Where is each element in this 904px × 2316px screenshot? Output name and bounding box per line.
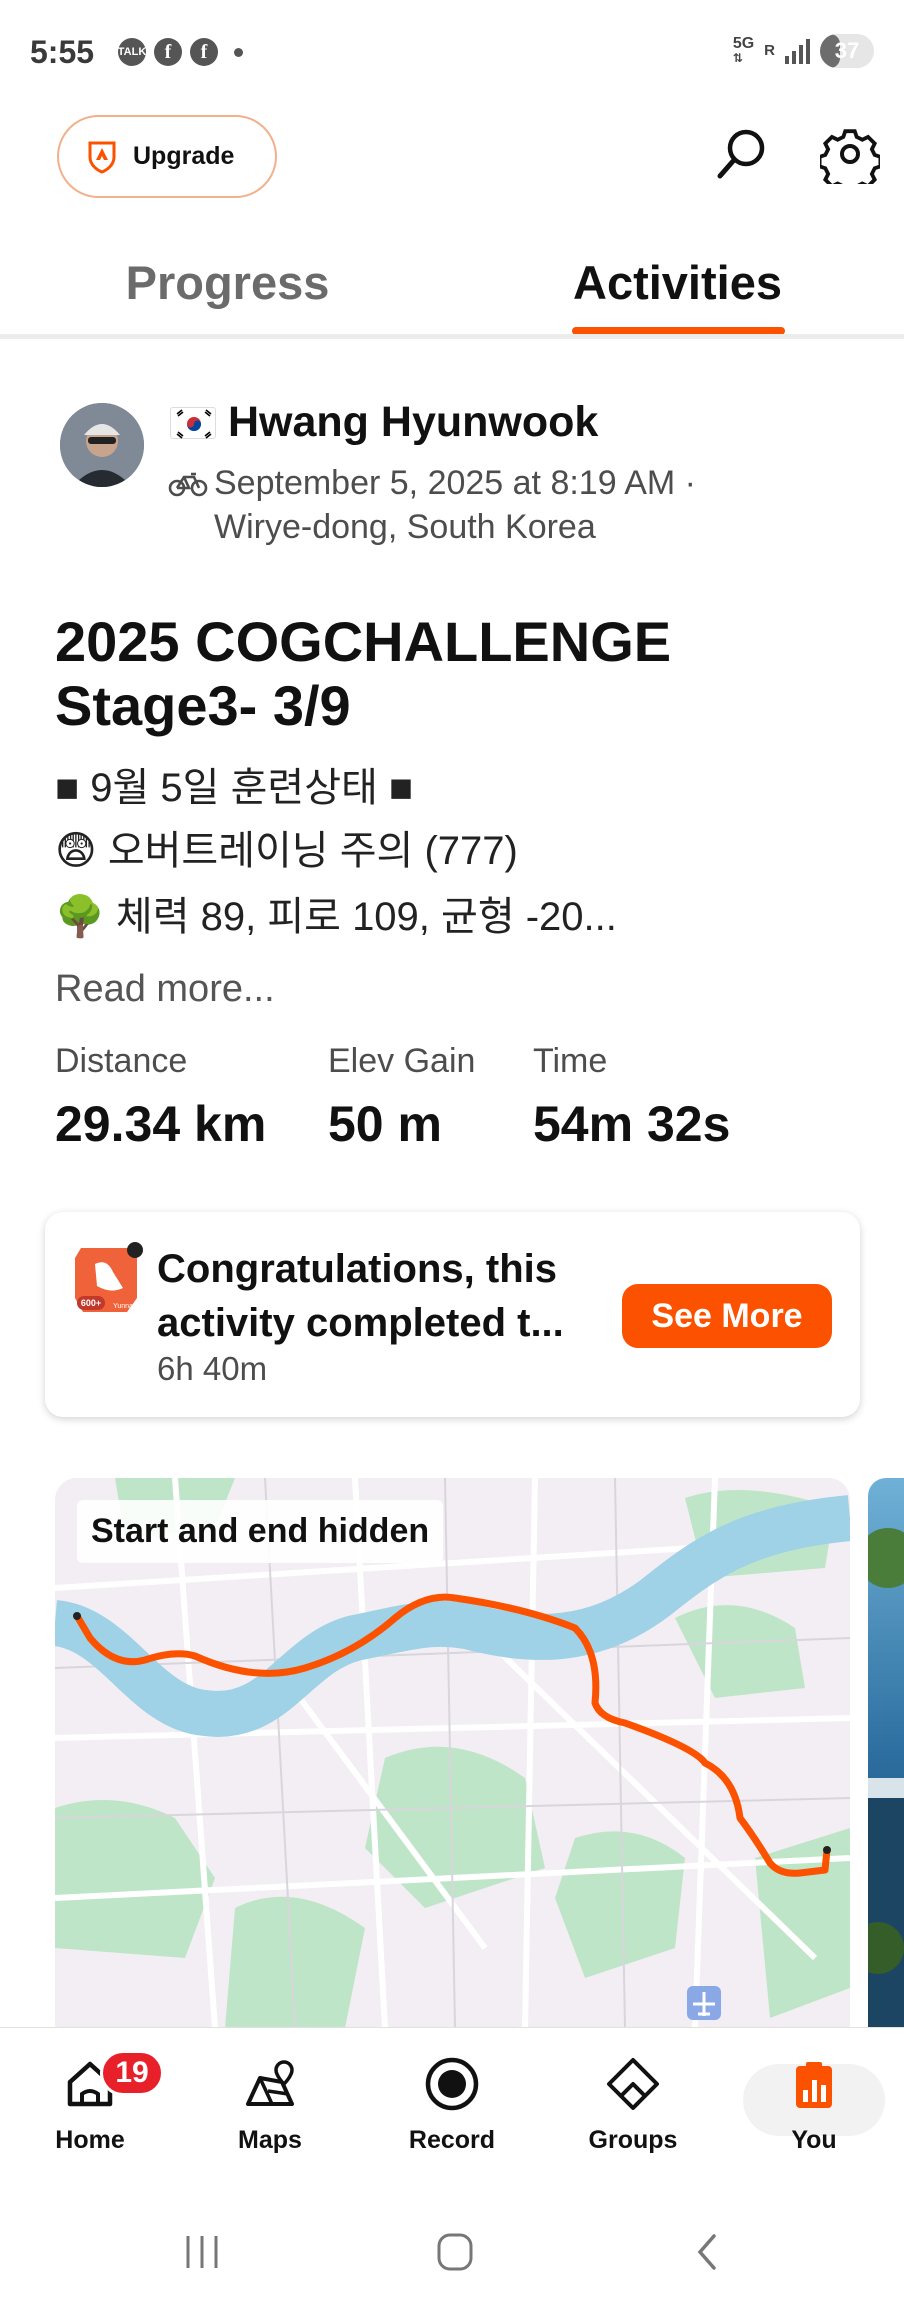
badge-sub: Yunna xyxy=(113,1303,133,1310)
stat-elev-gain: Elev Gain 50 m xyxy=(328,1042,475,1153)
back-icon[interactable] xyxy=(678,2230,738,2274)
nav-record[interactable]: Record xyxy=(382,2046,522,2166)
facebook-icon: f xyxy=(154,38,182,66)
south-korea-flag xyxy=(170,406,216,439)
maps-icon xyxy=(246,2060,294,2106)
airport-icon xyxy=(687,1986,721,2020)
nav-you[interactable]: You xyxy=(744,2046,884,2166)
stat-time: Time 54m 32s xyxy=(533,1042,730,1153)
record-icon xyxy=(425,2057,479,2111)
activity-location: Wirye-dong, South Korea xyxy=(214,508,596,546)
nav-groups-label: Groups xyxy=(588,2126,678,2154)
badge-count: 600+ xyxy=(81,1298,101,1308)
tab-activities[interactable]: Activities xyxy=(560,255,795,310)
nav-maps[interactable]: Maps xyxy=(200,2046,340,2166)
stat-value: 29.34 km xyxy=(55,1096,267,1152)
athlete-name[interactable]: Hwang Hyunwook xyxy=(228,398,598,447)
nav-home-label: Home xyxy=(55,2126,125,2154)
nav-record-label: Record xyxy=(408,2126,496,2154)
network-type: 5G xyxy=(732,35,755,52)
see-more-button[interactable]: See More xyxy=(622,1284,832,1348)
system-navigation-bar xyxy=(0,2188,904,2316)
achievement-title: Congratulations, this activity completed… xyxy=(157,1247,564,1345)
map-privacy-label: Start and end hidden xyxy=(77,1500,444,1563)
status-right: 5G ⇅ R 37 xyxy=(733,34,874,68)
dot-icon xyxy=(234,47,243,57)
gear-icon[interactable] xyxy=(817,124,883,194)
read-more-link[interactable]: Read more... xyxy=(55,968,275,1011)
route-map[interactable]: Start and end hidden xyxy=(55,1478,850,2028)
description-line: 🌳 체력 89, 피로 109, 균형 -20... xyxy=(55,895,617,939)
avatar[interactable] xyxy=(60,403,144,487)
achievement-card[interactable]: 600+ Yunna Congratulations, this activit… xyxy=(45,1212,860,1417)
stat-label: Distance xyxy=(55,1042,188,1080)
nav-you-label: You xyxy=(791,2126,837,2154)
status-time: 5:55 xyxy=(30,34,95,70)
route-start-marker xyxy=(73,1612,81,1620)
battery-icon: 37 xyxy=(820,34,874,68)
photo-preview[interactable] xyxy=(868,1478,904,2028)
activity-date: September 5, 2025 at 8:19 AM · xyxy=(214,464,696,502)
route-end-marker xyxy=(823,1846,831,1854)
achievement-badge-icon: 600+ Yunna xyxy=(75,1242,143,1312)
tab-divider xyxy=(0,334,904,339)
signal-icon xyxy=(785,38,810,64)
description-line: ■ 9월 5일 훈련상태 ■ xyxy=(55,766,414,810)
upgrade-button[interactable]: Upgrade xyxy=(57,115,277,198)
athlete-row: Hwang Hyunwook xyxy=(170,398,598,447)
network-indicator: 5G ⇅ xyxy=(732,35,755,66)
groups-icon xyxy=(607,2058,659,2110)
stat-label: Elev Gain xyxy=(328,1042,476,1080)
talk-icon-text: TALK xyxy=(117,46,147,58)
status-bar: 5:55 TALK f f 5G ⇅ R 37 xyxy=(0,0,904,110)
nav-groups[interactable]: Groups xyxy=(563,2046,703,2166)
home-button-icon[interactable] xyxy=(425,2230,485,2274)
activity-title[interactable]: 2025 COGCHALLENGE Stage3- 3/9 xyxy=(55,610,855,738)
notification-icons: TALK f f xyxy=(118,38,243,66)
battery-level: 37 xyxy=(834,38,860,63)
bike-icon xyxy=(168,472,208,496)
stat-distance: Distance 29.34 km xyxy=(55,1042,266,1153)
achievement-time: 6h 40m xyxy=(157,1350,268,1387)
talk-icon: TALK xyxy=(118,38,146,66)
activity-title-line2: Stage3- 3/9 xyxy=(55,674,351,737)
you-icon xyxy=(796,2062,832,2108)
facebook-icon: f xyxy=(190,38,218,66)
notification-badge: 19 xyxy=(100,2050,164,2096)
description-line: 😨 오버트레이닝 주의 (777) xyxy=(55,829,518,873)
strava-shield-icon xyxy=(88,141,116,174)
activity-meta: September 5, 2025 at 8:19 AM · xyxy=(168,464,696,503)
recent-apps-icon[interactable] xyxy=(172,2230,232,2274)
nav-maps-label: Maps xyxy=(238,2126,302,2154)
signal-roaming: R xyxy=(764,42,775,59)
bottom-navigation: Home 19 Maps Record Groups You xyxy=(0,2028,904,2188)
stat-value: 54m 32s xyxy=(533,1096,731,1152)
stat-label: Time xyxy=(533,1042,608,1080)
stat-value: 50 m xyxy=(328,1096,442,1152)
activity-title-line1: 2025 COGCHALLENGE xyxy=(55,610,672,673)
upgrade-label: Upgrade xyxy=(133,142,235,170)
tab-progress[interactable]: Progress xyxy=(60,255,395,310)
search-icon[interactable] xyxy=(712,124,772,184)
